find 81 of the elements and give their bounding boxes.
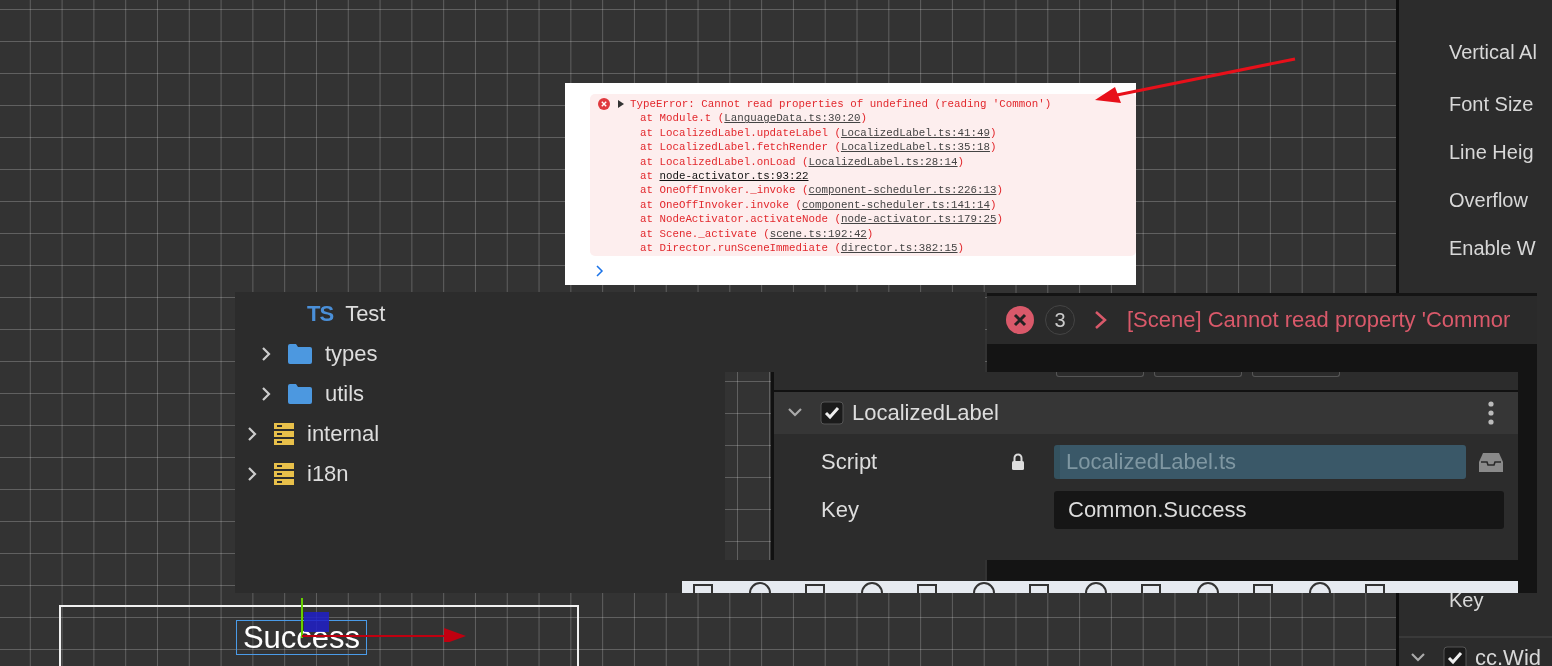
component-name: cc.Wid bbox=[1475, 645, 1541, 666]
stack-text: at bbox=[640, 240, 653, 256]
tree-item[interactable]: i18n bbox=[307, 461, 349, 487]
checkbox[interactable] bbox=[820, 401, 844, 425]
stack-text: ( bbox=[802, 154, 809, 169]
inbox-icon[interactable] bbox=[1478, 451, 1504, 473]
stack-text: LocalizedLabel.updateLabel bbox=[659, 125, 828, 141]
stack-text: OneOffInvoker.invoke bbox=[659, 197, 790, 213]
folder-icon bbox=[287, 383, 313, 405]
property-label: Enable W bbox=[1449, 236, 1537, 261]
stack-text: ) bbox=[860, 111, 867, 126]
stack-text: Module.t bbox=[659, 111, 712, 126]
tree-item[interactable]: types bbox=[325, 341, 378, 367]
stack-text: ( bbox=[834, 240, 841, 256]
prompt-icon bbox=[596, 265, 604, 277]
tree-item[interactable]: Test bbox=[345, 301, 386, 327]
stack-text: ( bbox=[795, 197, 803, 213]
stack-text: ) bbox=[957, 154, 965, 169]
stack-text: ( bbox=[763, 226, 770, 241]
property-label: Script bbox=[820, 449, 879, 475]
stacked-boxes-icon bbox=[273, 422, 295, 446]
error-icon bbox=[1005, 305, 1035, 335]
error-icon bbox=[598, 98, 610, 111]
stack-text: ( bbox=[802, 183, 809, 198]
stack-text: LocalizedLabel.fetchRender bbox=[659, 140, 828, 155]
stack-text: at bbox=[640, 183, 653, 198]
stack-text: ( bbox=[834, 125, 841, 141]
stack-text: at bbox=[640, 212, 653, 227]
stack-text: ) bbox=[996, 212, 1003, 227]
property-label: Font Size bbox=[1449, 92, 1535, 117]
stack-text: at bbox=[640, 111, 653, 126]
property-label: Vertical Al bbox=[1449, 40, 1538, 65]
stack-text: at bbox=[640, 226, 653, 241]
stack-text: Director.runSceneImmediate bbox=[659, 240, 828, 256]
scene-label[interactable]: Success bbox=[236, 620, 367, 655]
property-label: Key bbox=[820, 497, 860, 523]
source-link[interactable]: component-scheduler.ts:141:14 bbox=[802, 197, 990, 213]
source-link[interactable]: component-scheduler.ts:226:13 bbox=[808, 183, 997, 198]
stack-text: at bbox=[640, 140, 653, 155]
stack-text: at bbox=[640, 125, 653, 141]
more-icon[interactable] bbox=[1488, 401, 1494, 425]
checkbox[interactable] bbox=[1443, 646, 1467, 666]
property-label: Line Heig bbox=[1449, 140, 1535, 165]
typescript-icon: TS bbox=[307, 301, 334, 327]
stack-text: ) bbox=[989, 197, 997, 213]
source-link[interactable]: LocalizedLabel.ts:35:18 bbox=[840, 140, 990, 155]
source-link[interactable]: node-activator.ts:179:25 bbox=[840, 212, 997, 227]
stack-text: ) bbox=[957, 240, 965, 256]
stack-text: ( bbox=[834, 212, 841, 227]
error-message[interactable]: [Scene] Cannot read property 'Commor bbox=[1127, 307, 1511, 333]
source-link[interactable]: director.ts:382:15 bbox=[840, 240, 958, 256]
asset-name: LocalizedLabel.ts bbox=[1066, 449, 1236, 475]
source-link[interactable]: LocalizedLabel.ts:41:49 bbox=[840, 125, 990, 141]
tree-item[interactable]: internal bbox=[307, 421, 380, 447]
source-link[interactable]: LocalizedLabel.ts:28:14 bbox=[808, 154, 958, 169]
stack-text: OneOffInvoker._invoke bbox=[659, 183, 796, 198]
error-text: TypeError: Cannot read properties of undefined (reading 'Common') bbox=[630, 98, 1052, 111]
source-link[interactable]: LanguageData.ts:30:20 bbox=[724, 111, 861, 126]
triangle-right-icon[interactable] bbox=[617, 100, 625, 109]
stack-text: ) bbox=[996, 183, 1003, 198]
property-label: Key bbox=[1449, 589, 1484, 612]
stack-text: ) bbox=[989, 125, 997, 141]
source-link[interactable]: scene.ts:192:42 bbox=[769, 226, 867, 241]
stack-text: LocalizedLabel.onLoad bbox=[659, 154, 796, 169]
input-field[interactable]: Common.Success bbox=[1054, 491, 1504, 529]
folder-icon bbox=[287, 343, 313, 365]
stack-text: Scene._activate bbox=[659, 226, 757, 241]
stack-text: NodeActivator.activateNode bbox=[659, 212, 828, 227]
stack-text: ( bbox=[717, 111, 725, 126]
source-link[interactable]: node-activator.ts:93:22 bbox=[659, 168, 809, 184]
stack-text: at bbox=[640, 168, 653, 184]
component-name: LocalizedLabel bbox=[852, 400, 1000, 426]
tree-item[interactable]: utils bbox=[325, 381, 365, 407]
stack-text: ( bbox=[834, 140, 841, 155]
stack-text: ) bbox=[989, 140, 997, 155]
stacked-boxes-icon bbox=[273, 462, 295, 486]
property-label: Overflow bbox=[1449, 188, 1529, 213]
stack-text: at bbox=[640, 154, 653, 169]
chevron-right-icon[interactable] bbox=[1093, 310, 1109, 330]
stack-text: ) bbox=[866, 226, 874, 241]
stack-text: at bbox=[640, 197, 653, 213]
